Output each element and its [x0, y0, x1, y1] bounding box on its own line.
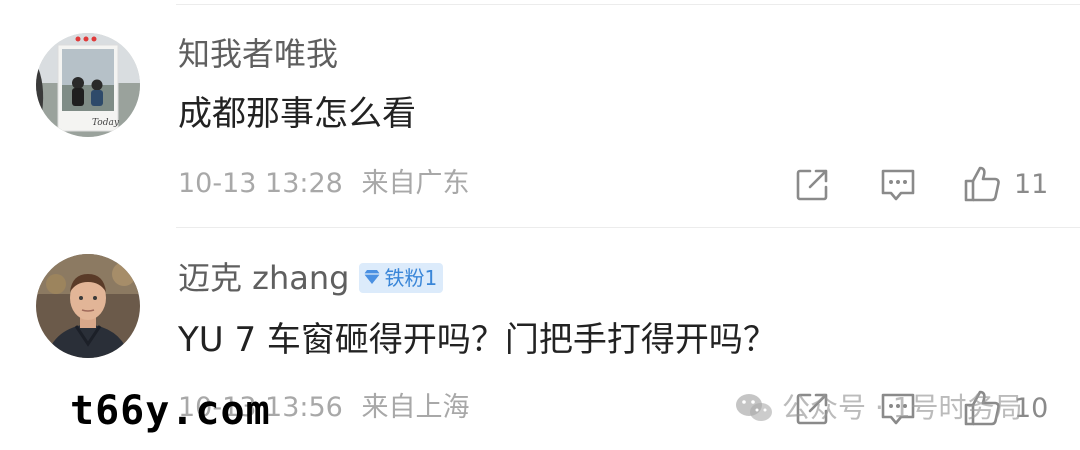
watermark-text: 公众号 · 1号时务局 [782, 391, 1023, 424]
comment-location: 来自广东 [361, 168, 470, 199]
comment-text: 成都那事怎么看 [178, 94, 416, 134]
avatar[interactable]: Today [36, 33, 140, 137]
avatar[interactable] [36, 254, 140, 358]
comment-text: YU 7 车窗砸得开吗？门把手打得开吗？ [178, 320, 777, 360]
svg-text:Today: Today [92, 118, 120, 128]
username[interactable]: 知我者唯我 [178, 34, 338, 74]
thumbs-up-icon [964, 166, 1000, 202]
site-watermark: t66y.com [70, 388, 271, 434]
share-button[interactable] [790, 163, 834, 207]
comment-icon [881, 169, 915, 201]
username[interactable]: 迈克 zhang [178, 259, 349, 297]
reply-button[interactable] [876, 163, 920, 207]
wechat-watermark: 公众号 · 1号时务局 [734, 388, 1023, 428]
comment-time: 10-13 13:28 [178, 168, 343, 199]
avatar-man-photo-icon [36, 254, 140, 358]
fan-badge: 铁粉1 [359, 263, 444, 293]
username-row: 迈克 zhang 铁粉1 [178, 258, 444, 298]
like-count: 11 [1014, 169, 1049, 200]
badge-label: 铁粉1 [384, 266, 438, 290]
avatar-girls-photo-icon: Today [36, 33, 140, 137]
comment-item: Today 知我者唯我 成都那事怎么看 10-13 13:28 来自广东 11 [0, 0, 1080, 220]
comment-meta: 10-13 13:28 来自广东 [178, 166, 469, 202]
like-button[interactable] [960, 162, 1004, 206]
comment-list: Today 知我者唯我 成都那事怎么看 10-13 13:28 来自广东 11 … [0, 0, 1080, 450]
share-icon [796, 169, 828, 201]
wechat-icon [734, 391, 774, 425]
diamond-icon [363, 258, 381, 298]
comment-location: 来自上海 [361, 392, 470, 423]
